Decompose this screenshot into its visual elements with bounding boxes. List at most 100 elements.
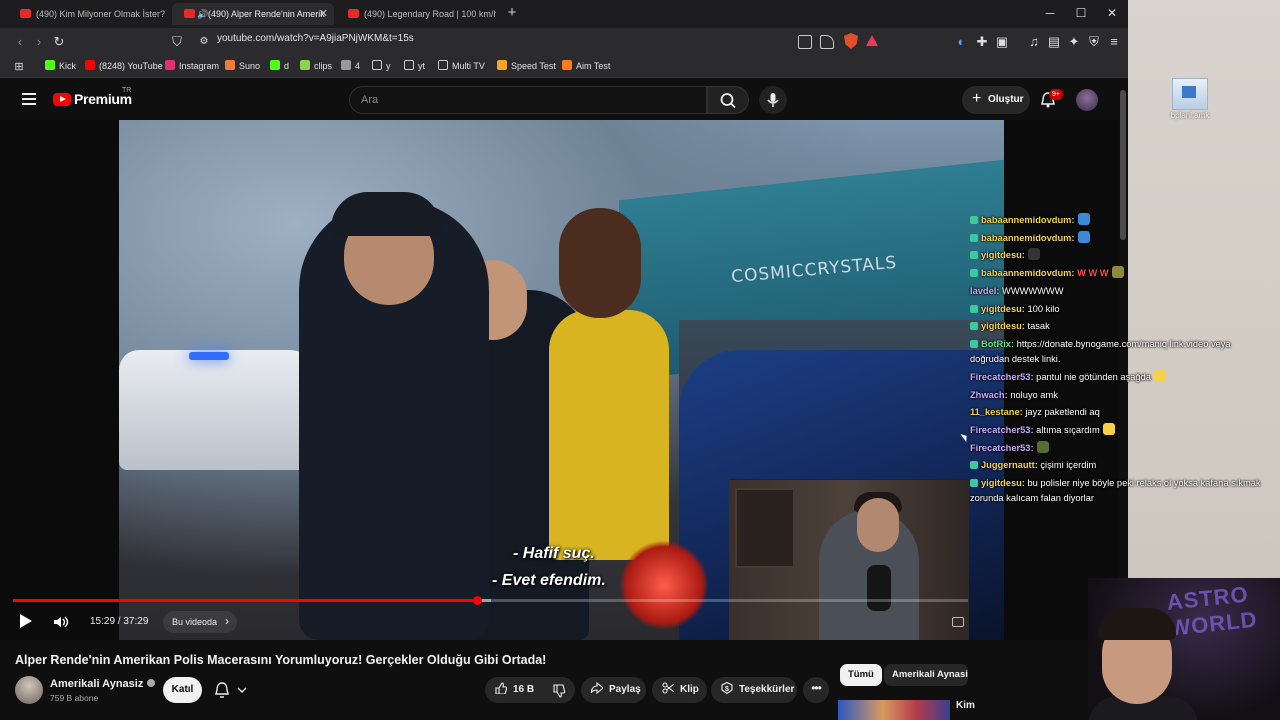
share-icon[interactable] — [820, 35, 834, 49]
bookmark-item[interactable]: yt — [404, 60, 425, 71]
screen: bplani.amk (490) Kim Milyoner Olmak İste… — [0, 0, 1280, 720]
subtitle-line-2: - Evet efendim. — [492, 572, 606, 589]
super-thanks-icon: $ — [721, 682, 733, 694]
search-button[interactable] — [707, 86, 749, 114]
video-police-car — [119, 350, 319, 470]
astroworld-logo: ASTRO WORLD — [1165, 581, 1259, 641]
chat-username[interactable]: babaannemidovdum: — [981, 268, 1075, 278]
sidebar-icon[interactable]: ▤ — [1046, 33, 1062, 51]
bookmark-item[interactable]: (8248) YouTube — [85, 60, 163, 71]
channel-name-text[interactable]: Amerikali Aynasiz — [50, 678, 143, 690]
clip-button[interactable]: Klip — [652, 677, 707, 703]
channel-avatar[interactable] — [15, 676, 43, 704]
more-actions-button[interactable]: ••• — [803, 677, 829, 703]
site-info-icon[interactable]: ⚙ — [196, 33, 212, 51]
chat-username[interactable]: lavdel: — [970, 286, 999, 296]
subscription-bell-button[interactable] — [208, 677, 256, 703]
url-text[interactable]: youtube.com/watch?v=A9jiaPNjWKM&t=15s — [217, 33, 414, 44]
maximize-button[interactable]: ☐ — [1071, 4, 1091, 22]
tab-kim-milyoner[interactable]: (490) Kim Milyoner Olmak İster? 120 — [6, 3, 168, 25]
search-input[interactable]: Ara — [349, 86, 707, 114]
voice-search-button[interactable] — [759, 86, 787, 114]
chat-username[interactable]: Firecatcher53: — [970, 425, 1034, 435]
close-window-button[interactable]: ✕ — [1102, 4, 1122, 22]
minimize-button[interactable]: ─ — [1040, 4, 1060, 22]
bookmark-item[interactable]: y — [372, 60, 391, 71]
chat-username[interactable]: yigitdesu: — [981, 321, 1025, 331]
screenshot-icon[interactable]: ▣ — [994, 33, 1010, 51]
streamer-hair — [1098, 608, 1176, 640]
channel-name[interactable]: Amerikali Aynasiz — [50, 678, 156, 690]
bookmark-item[interactable]: clips — [300, 60, 332, 71]
music-icon[interactable]: ♫ — [1026, 33, 1042, 51]
bookmark-label: (8248) YouTube — [99, 61, 163, 71]
bookmark-label: y — [386, 61, 391, 71]
chat-username[interactable]: babaannemidovdum: — [981, 215, 1075, 225]
bookmark-item[interactable]: d — [270, 60, 289, 71]
forward-icon[interactable]: › — [31, 33, 47, 51]
cast-icon[interactable] — [798, 35, 812, 49]
apps-grid-icon[interactable]: ⊞ — [11, 58, 27, 76]
like-button[interactable]: 16 B — [485, 677, 545, 703]
miniplayer-icon[interactable] — [952, 617, 964, 627]
join-button[interactable]: Katıl — [163, 677, 202, 703]
share-button[interactable]: Paylaş — [581, 677, 646, 703]
back-icon[interactable]: ‹ — [12, 33, 28, 51]
progress-bar-played[interactable] — [13, 599, 477, 602]
user-avatar[interactable] — [1076, 89, 1098, 111]
bookmark-label: clips — [314, 61, 333, 71]
volume-icon[interactable] — [53, 615, 69, 629]
chat-username[interactable]: yigitdesu: — [981, 478, 1025, 488]
bookmark-item[interactable]: Kick — [45, 60, 76, 71]
bookmark-item[interactable]: Aim Test — [562, 60, 610, 71]
chat-username[interactable]: Juggernautt: — [981, 460, 1038, 470]
desktop-icon-label[interactable]: bplani.amk — [1158, 111, 1222, 120]
like-count: 16 B — [513, 684, 535, 695]
chip-channel[interactable]: Amerikali Aynasiz — [884, 664, 968, 686]
chip-all[interactable]: Tümü — [840, 664, 882, 686]
dislike-button[interactable] — [545, 677, 575, 703]
brave-rewards-icon[interactable] — [866, 35, 878, 46]
extension-icon[interactable]: ◖ — [952, 33, 968, 51]
bookmark-icon[interactable]: ⛉ — [169, 33, 185, 51]
progress-scrubber[interactable] — [472, 596, 482, 605]
create-button[interactable]: Oluştur — [962, 85, 1030, 114]
recommended-video-thumbnail[interactable] — [838, 700, 950, 720]
bookmark-favicon-icon — [341, 60, 351, 70]
chat-message: Firecatcher53: altıma sıçardım — [970, 422, 1270, 440]
desktop-file-icon[interactable] — [1172, 78, 1208, 110]
tab-legendary-road[interactable]: (490) Legendary Road | 100 km/h - Y — [334, 3, 496, 25]
tab-alper-rende[interactable]: 🔊 (490) Alper Rende'nin Amerik ✕ — [172, 3, 334, 25]
bookmark-favicon-icon — [404, 60, 414, 70]
bookmark-item[interactable]: Multi TV — [438, 60, 485, 71]
reload-icon[interactable]: ↻ — [51, 33, 67, 51]
bookmark-item[interactable]: Suno — [225, 60, 260, 71]
chat-username[interactable]: 11_kestane: — [970, 407, 1023, 417]
play-icon[interactable] — [20, 614, 32, 628]
close-tab-icon[interactable]: ✕ — [319, 3, 328, 25]
chat-username[interactable]: Firecatcher53: — [970, 372, 1034, 382]
bookmark-favicon-icon — [562, 60, 572, 70]
chat-username[interactable]: Zhwach: — [970, 390, 1008, 400]
thanks-button[interactable]: $ Teşekkürler — [711, 677, 797, 703]
sparkle-icon[interactable]: ✦ — [1066, 33, 1082, 51]
bookmark-item[interactable]: Instagram — [165, 60, 219, 71]
puzzle-icon[interactable]: ✚ — [974, 33, 990, 51]
hamburger-menu-icon[interactable] — [22, 93, 36, 105]
chat-username[interactable]: BotRix: — [981, 339, 1014, 349]
chat-username[interactable]: Firecatcher53: — [970, 443, 1034, 453]
chat-username[interactable]: yigitdesu: — [981, 250, 1025, 260]
youtube-logo-icon[interactable] — [53, 93, 71, 106]
menu-icon[interactable]: ≡ — [1106, 33, 1122, 51]
chat-badge-icon — [970, 304, 978, 313]
speaker-icon[interactable]: 🔊 — [197, 3, 208, 25]
chat-username[interactable]: yigitdesu: — [981, 304, 1025, 314]
bookmark-item[interactable]: 4 — [341, 60, 360, 71]
vpn-icon[interactable]: ⛨ — [1086, 33, 1102, 51]
chat-username[interactable]: babaannemidovdum: — [981, 233, 1075, 243]
new-tab-button[interactable]: + — [505, 4, 519, 22]
bookmark-item[interactable]: Speed Test — [497, 60, 556, 71]
bookmark-favicon-icon — [85, 60, 95, 70]
recommended-video-title[interactable]: Kim — [956, 700, 975, 711]
chapter-button[interactable]: Bu videoda — [163, 610, 238, 633]
